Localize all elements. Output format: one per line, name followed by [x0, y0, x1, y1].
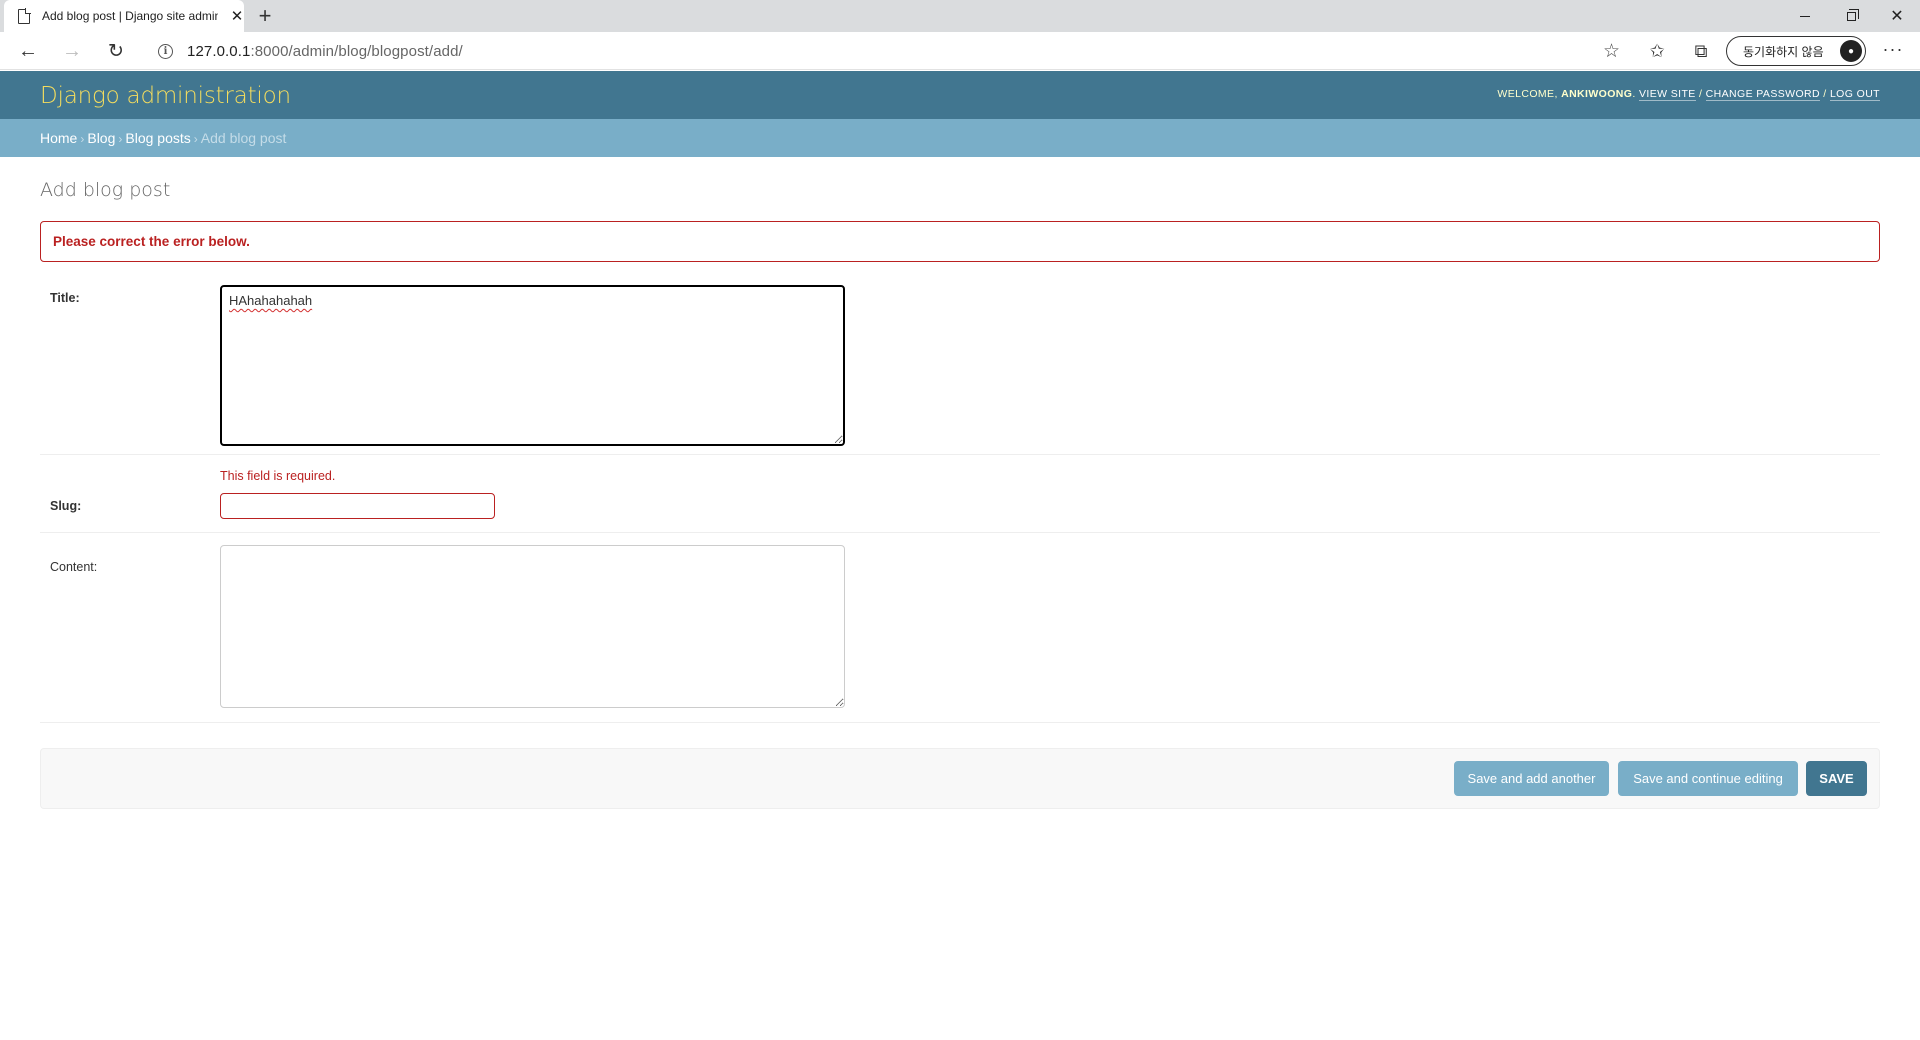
breadcrumb-home[interactable]: Home	[40, 130, 77, 146]
breadcrumb-separator: ›	[118, 132, 123, 146]
restore-icon	[1846, 8, 1859, 21]
form-row-title: Title: HAhahahahah	[40, 273, 1880, 455]
back-arrow-icon[interactable]: ←	[14, 37, 42, 65]
form-row-content: Content:	[40, 533, 1880, 723]
save-and-continue-button[interactable]: Save and continue editing	[1618, 761, 1798, 796]
save-button[interactable]: Save	[1806, 761, 1867, 796]
user-tools: Welcome, ankiwoong. View site / Change p…	[1497, 88, 1880, 101]
star-icon[interactable]: ☆	[1603, 40, 1620, 63]
content-label: Content:	[50, 560, 98, 574]
log-out-link[interactable]: Log out	[1829, 88, 1880, 101]
welcome-text: Welcome,	[1497, 88, 1558, 100]
minimize-button[interactable]	[1782, 0, 1828, 32]
minimize-icon	[1800, 15, 1810, 17]
address-bar[interactable]: i 127.0.0.1:8000/admin/blog/blogpost/add…	[146, 36, 1630, 66]
restore-button[interactable]	[1828, 0, 1874, 32]
slug-input[interactable]	[220, 493, 495, 519]
url-host: 127.0.0.1	[187, 42, 251, 60]
info-icon[interactable]: i	[158, 43, 173, 59]
collections-icon[interactable]: ⧉	[1688, 38, 1714, 64]
content-textarea[interactable]	[220, 545, 845, 708]
forward-arrow-icon[interactable]: →	[58, 37, 86, 65]
username: ankiwoong	[1561, 88, 1633, 100]
tab-title: Add blog post | Django site admin	[42, 9, 218, 23]
change-password-link[interactable]: Change password	[1705, 88, 1820, 101]
breadcrumb-separator: ›	[80, 132, 85, 146]
browser-tab-strip: Add blog post | Django site admin ✕ + ✕	[0, 0, 1920, 32]
favorites-icon[interactable]: ✩	[1644, 38, 1670, 64]
url-text[interactable]: 127.0.0.1:8000/admin/blog/blogpost/add/	[187, 43, 463, 60]
window-controls: ✕	[1782, 0, 1920, 32]
save-and-add-another-button[interactable]: Save and add another	[1454, 761, 1609, 796]
new-tab-button[interactable]: +	[252, 3, 278, 29]
more-icon[interactable]: ···	[1878, 38, 1908, 64]
url-path: :8000/admin/blog/blogpost/add/	[250, 42, 463, 60]
avatar-icon: ●	[1840, 40, 1862, 62]
title-label: Title:	[50, 291, 80, 305]
tab-close-icon[interactable]: ✕	[230, 9, 244, 24]
title-textarea[interactable]: HAhahahahah	[220, 285, 845, 446]
slug-error-message: This field is required.	[220, 469, 336, 483]
submit-row: Save and add another Save and continue e…	[40, 748, 1880, 809]
slug-label: Slug:	[50, 499, 82, 513]
browser-toolbar: ← → ↻ i 127.0.0.1:8000/admin/blog/blogpo…	[0, 32, 1920, 70]
profile-sync-button[interactable]: 동기화하지 않음 ●	[1726, 36, 1866, 66]
error-note: Please correct the error below.	[40, 221, 1880, 262]
site-branding[interactable]: Django administration	[40, 83, 291, 109]
refresh-icon[interactable]: ↻	[102, 37, 130, 65]
breadcrumb-blog[interactable]: Blog	[87, 130, 115, 146]
breadcrumb: Home › Blog › Blog posts › Add blog post	[0, 119, 1920, 157]
breadcrumb-current: Add blog post	[200, 130, 287, 146]
close-window-button[interactable]: ✕	[1874, 0, 1920, 32]
sync-label: 동기화하지 않음	[1743, 44, 1824, 59]
form-row-slug: This field is required. Slug:	[40, 455, 1880, 533]
page-title: Add blog post	[40, 179, 171, 201]
browser-tab[interactable]: Add blog post | Django site admin ✕	[4, 0, 244, 32]
breadcrumb-blog-posts[interactable]: Blog posts	[125, 130, 190, 146]
page-icon	[18, 8, 31, 24]
view-site-link[interactable]: View site	[1639, 88, 1696, 101]
admin-header: Django administration Welcome, ankiwoong…	[0, 71, 1920, 119]
breadcrumb-separator: ›	[193, 132, 198, 146]
